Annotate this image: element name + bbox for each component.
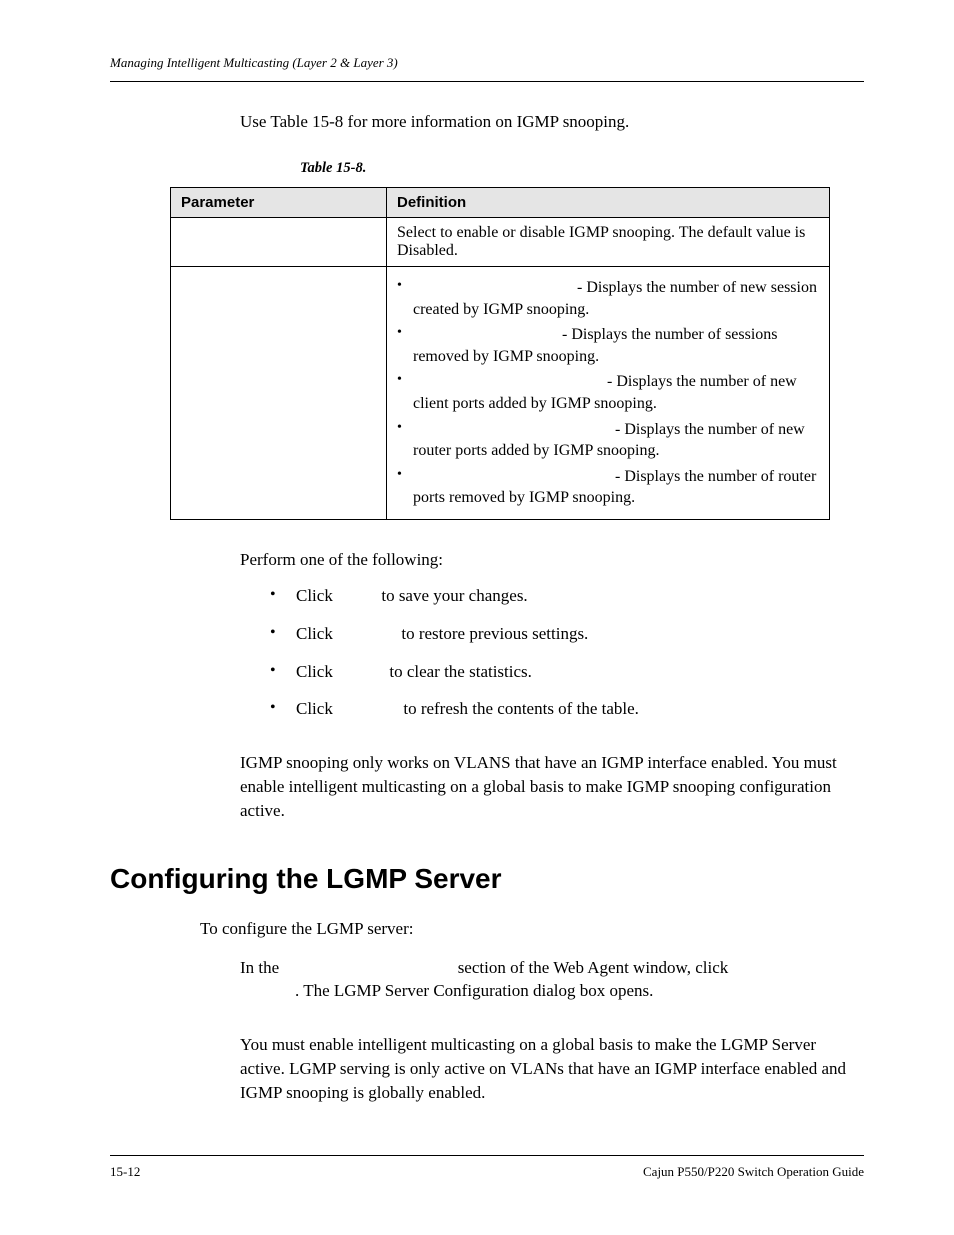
definition-item: - Displays the number of sessions remove… bbox=[397, 324, 819, 367]
definition-item: - Displays the number of new router port… bbox=[397, 419, 819, 462]
definition-item: - Displays the number of router ports re… bbox=[397, 466, 819, 509]
note-igmp-snooping: IGMP snooping only works on VLANS that h… bbox=[240, 751, 864, 822]
section-heading-lgmp: Configuring the LGMP Server bbox=[110, 863, 864, 895]
page-footer: 15-12 Cajun P550/P220 Switch Operation G… bbox=[110, 1155, 864, 1180]
definition-cell: - Displays the number of new session cre… bbox=[387, 267, 830, 520]
intro-text: Use Table 15-8 for more information on I… bbox=[240, 112, 864, 132]
page-number: 15-12 bbox=[110, 1164, 140, 1180]
table-caption: Table 15-8. bbox=[300, 160, 864, 177]
note-lgmp-server: You must enable intelligent multicasting… bbox=[240, 1033, 864, 1104]
table-header-definition: Definition bbox=[387, 188, 830, 218]
footer-rule bbox=[110, 1155, 864, 1156]
step-paragraph: In the section of the Web Agent window, … bbox=[240, 956, 864, 1004]
action-item-apply: Click to save your changes. bbox=[270, 584, 864, 608]
action-item-cancel: Click to restore previous settings. bbox=[270, 622, 864, 646]
header-rule bbox=[110, 81, 864, 82]
parameter-table: Parameter Definition Select to enable or… bbox=[170, 187, 830, 520]
definition-item: - Displays the number of new client port… bbox=[397, 371, 819, 414]
action-list: Click to save your changes. Click to res… bbox=[270, 584, 864, 721]
table-row: - Displays the number of new session cre… bbox=[171, 267, 830, 520]
table-row: Select to enable or disable IGMP snoopin… bbox=[171, 218, 830, 267]
definition-item: - Displays the number of new session cre… bbox=[397, 277, 819, 320]
definition-cell: Select to enable or disable IGMP snoopin… bbox=[387, 218, 830, 267]
action-item-clear: Click to clear the statistics. bbox=[270, 660, 864, 684]
lgmp-intro: To configure the LGMP server: bbox=[200, 919, 864, 939]
guide-title: Cajun P550/P220 Switch Operation Guide bbox=[643, 1164, 864, 1180]
perform-intro: Perform one of the following: bbox=[240, 550, 864, 570]
table-header-parameter: Parameter bbox=[171, 188, 387, 218]
running-header: Managing Intelligent Multicasting (Layer… bbox=[110, 55, 864, 71]
action-item-refresh: Click to refresh the contents of the tab… bbox=[270, 697, 864, 721]
